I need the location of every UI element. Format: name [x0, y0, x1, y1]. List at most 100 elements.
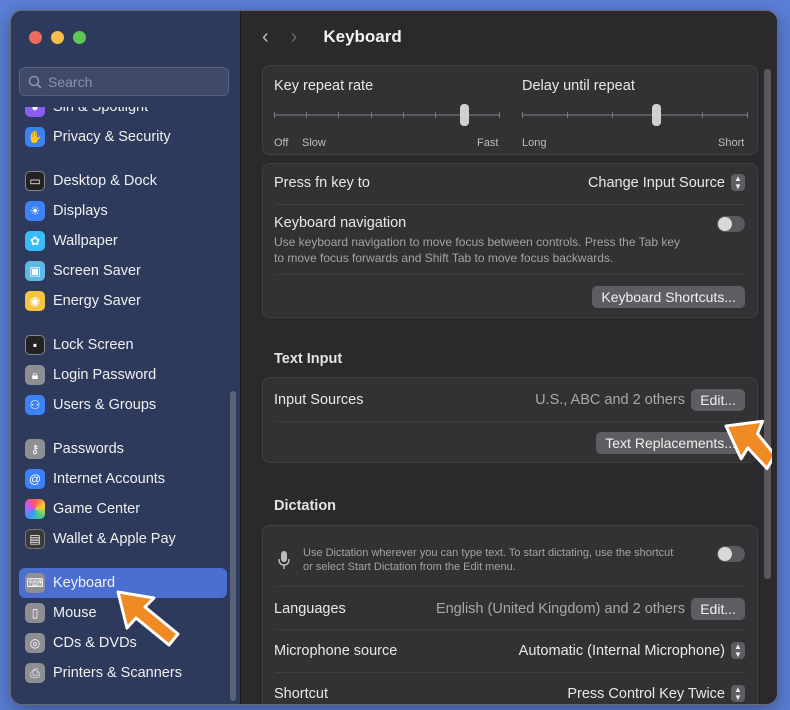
key-repeat-label: Key repeat rate: [274, 78, 374, 94]
input-sources-value: U.S., ABC and 2 others: [535, 392, 685, 408]
desc-line: Use keyboard navigation to move focus be…: [274, 235, 681, 249]
window-controls: [29, 31, 86, 44]
sidebar-scrollbar[interactable]: [230, 391, 236, 701]
keyboard-navigation-label: Keyboard navigation: [274, 215, 407, 231]
sidebar-item-displays[interactable]: ☀ Displays: [19, 196, 227, 226]
fn-key-popup[interactable]: Change Input Source ▲ ▼: [588, 174, 745, 191]
key-repeat-knob[interactable]: [460, 104, 469, 126]
main-pane: ‹ › Keyboard Key repeat rate Delay until…: [242, 11, 777, 704]
text-input-card: Input Sources U.S., ABC and 2 others Edi…: [262, 377, 758, 463]
shortcut-popup[interactable]: Press Control Key Twice ▲ ▼: [567, 685, 745, 702]
sidebar-item-label: Login Password: [53, 367, 157, 383]
delay-repeat-slider[interactable]: [522, 103, 748, 127]
sidebar-item-label: Wallpaper: [53, 233, 118, 249]
dictation-card: Use Dictation wherever you can type text…: [262, 525, 758, 704]
sidebar-item-users-groups[interactable]: ⚇ Users & Groups: [19, 390, 227, 420]
back-chevron-icon[interactable]: ‹: [262, 26, 269, 49]
fn-key-label: Press fn key to: [274, 175, 370, 191]
shortcut-label: Shortcut: [274, 686, 328, 702]
sidebar-item-label: Energy Saver: [53, 293, 141, 309]
microphone-source-label: Microphone source: [274, 643, 398, 659]
sidebar-item-wallet[interactable]: ▤ Wallet & Apple Pay: [19, 524, 227, 554]
fn-key-value: Change Input Source: [587, 174, 725, 191]
users-icon: ⚇: [25, 395, 45, 415]
languages-value: English (United Kingdom) and 2 others: [435, 601, 685, 617]
sidebar-item-login-password[interactable]: 🔒︎ Login Password: [19, 360, 227, 390]
search-field[interactable]: [19, 67, 229, 96]
sidebar-item-label: Privacy & Security: [53, 129, 171, 145]
input-sources-edit-button[interactable]: Edit...: [691, 389, 745, 411]
slider-label-short: Short: [718, 137, 745, 149]
sidebar-item-privacy[interactable]: ✋ Privacy & Security: [19, 122, 227, 152]
annotation-arrow-edit-icon: [724, 419, 772, 471]
sidebar-item-label: Desktop & Dock: [53, 173, 157, 189]
key-repeat-slider[interactable]: [274, 103, 500, 127]
zoom-button[interactable]: [73, 31, 86, 44]
sidebar-item-printers[interactable]: ⎙ Printers & Scanners: [19, 658, 227, 688]
sidebar-item-label: Passwords: [53, 441, 124, 457]
disc-icon: ◎: [25, 633, 45, 653]
sidebar-item-siri[interactable]: ● Siri & Spotlight: [19, 107, 227, 122]
sidebar-item-internet-accounts[interactable]: @ Internet Accounts: [19, 464, 227, 494]
desc-line: Use Dictation wherever you can type text…: [303, 547, 674, 559]
sidebar-item-label: Mouse: [53, 605, 97, 621]
sidebar-item-lock-screen[interactable]: ▪ Lock Screen: [19, 330, 227, 360]
titlebar: ‹ › Keyboard: [242, 11, 777, 63]
sidebar-item-label: Internet Accounts: [53, 471, 166, 487]
sidebar-item-screen-saver[interactable]: ▣ Screen Saver: [19, 256, 227, 286]
sidebar-item-game-center[interactable]: Game Center: [19, 494, 227, 524]
dictation-desc: Use Dictation wherever you can type text…: [303, 546, 673, 574]
updown-icon: ▲ ▼: [731, 174, 745, 191]
key-icon: ⚷: [25, 439, 45, 459]
desc-line: to move focus forwards and Shift Tab to …: [274, 251, 614, 265]
wallet-icon: ▤: [25, 529, 45, 549]
slider-label-slow: Slow: [302, 137, 326, 149]
siri-icon: ●: [25, 107, 45, 117]
sidebar-item-label: Siri & Spotlight: [53, 107, 149, 115]
page-title: Keyboard: [323, 27, 402, 46]
flower-icon: ✿: [25, 231, 45, 251]
sidebar-item-passwords[interactable]: ⚷ Passwords: [19, 434, 227, 464]
dock-icon: ▭: [25, 171, 45, 191]
delay-repeat-knob[interactable]: [652, 104, 661, 126]
slider-label-long: Long: [522, 137, 547, 149]
sidebar-item-wallpaper[interactable]: ✿ Wallpaper: [19, 226, 227, 256]
sidebar-item-label: Keyboard: [53, 575, 116, 591]
minimize-button[interactable]: [51, 31, 64, 44]
main-scrollbar[interactable]: [764, 69, 771, 579]
fn-navigation-card: Press fn key to Change Input Source ▲ ▼ K…: [262, 163, 758, 318]
sidebar-item-label: Wallet & Apple Pay: [53, 531, 176, 547]
sidebar-item-energy-saver[interactable]: ◉ Energy Saver: [19, 286, 227, 316]
slider-label-off: Off: [274, 137, 289, 149]
lock-icon: ▪: [25, 335, 45, 355]
annotation-arrow-keyboard-icon: [116, 590, 180, 647]
input-sources-label: Input Sources: [274, 392, 364, 408]
text-input-heading: Text Input: [274, 351, 343, 367]
forward-chevron-icon[interactable]: ›: [291, 26, 298, 49]
microphone-icon: [278, 551, 290, 569]
key-repeat-card: Key repeat rate Delay until repeat Off S…: [262, 65, 758, 155]
keyboard-navigation-desc: Use keyboard navigation to move focus be…: [274, 234, 680, 266]
sidebar-item-label: Game Center: [53, 501, 141, 517]
languages-edit-button[interactable]: Edit...: [691, 598, 745, 620]
sun-icon: ☀: [25, 201, 45, 221]
sidebar-item-desktop-dock[interactable]: ▭ Desktop & Dock: [19, 166, 227, 196]
updown-icon: ▲ ▼: [731, 642, 745, 659]
sidebar-item-label: Printers & Scanners: [53, 665, 182, 681]
search-input[interactable]: [48, 73, 218, 90]
slider-label-fast: Fast: [477, 137, 499, 149]
close-button[interactable]: [29, 31, 42, 44]
microphone-source-popup[interactable]: Automatic (Internal Microphone) ▲ ▼: [519, 642, 745, 659]
keyboard-navigation-toggle[interactable]: [717, 216, 745, 232]
search-icon: [28, 75, 42, 89]
languages-label: Languages: [274, 601, 346, 617]
printer-icon: ⎙: [25, 663, 45, 683]
desc-line: or select Start Dictation from the Edit …: [303, 561, 516, 573]
gamecenter-icon: [25, 499, 45, 519]
hand-icon: ✋: [25, 127, 45, 147]
keyboard-icon: ⌨: [25, 573, 45, 593]
keyboard-shortcuts-button[interactable]: Keyboard Shortcuts...: [592, 286, 745, 308]
at-icon: @: [25, 469, 45, 489]
screen-icon: ▣: [25, 261, 45, 281]
dictation-toggle[interactable]: [717, 546, 745, 562]
